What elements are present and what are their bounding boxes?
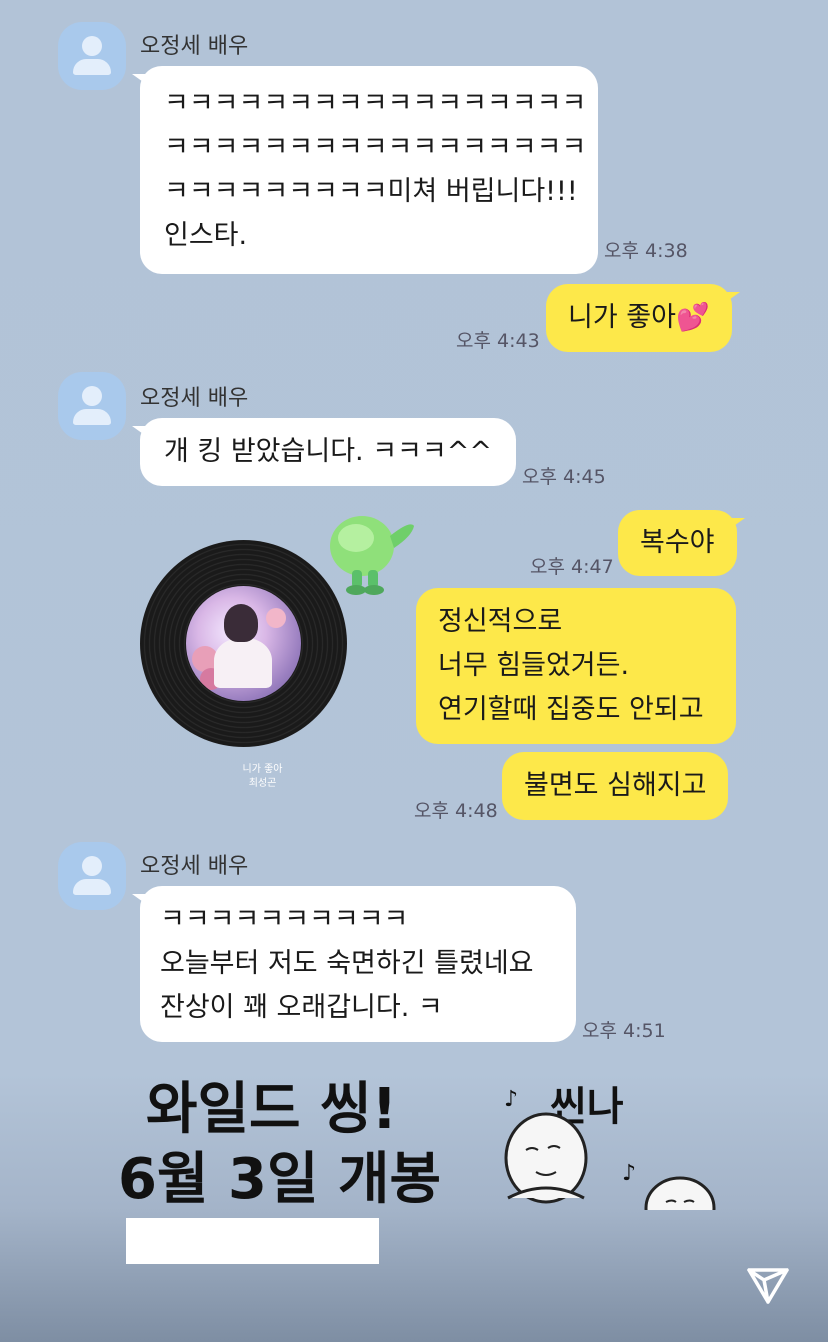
svg-text:♪: ♪ <box>504 1087 518 1112</box>
headline-line-1: 와일드 씽! <box>146 1077 398 1142</box>
message-time: 오후 4:43 <box>456 330 540 352</box>
avatar-body <box>73 59 111 75</box>
message-bubble[interactable]: ㅋㅋㅋㅋㅋㅋㅋㅋㅋㅋㅋㅋㅋㅋㅋㅋㅋ ㅋㅋㅋㅋㅋㅋㅋㅋㅋㅋㅋㅋㅋㅋㅋㅋㅋ ㅋㅋㅋㅋ… <box>132 66 598 274</box>
message-line: 잔상이 꽤 오래갑니다. ㅋ <box>160 992 443 1023</box>
message-line: 정신적으로 <box>438 606 563 637</box>
message-text: 불면도 심해지고 <box>524 770 707 801</box>
message-time: 오후 4:45 <box>522 466 606 488</box>
avatar-head <box>82 386 102 406</box>
sender-name: 오정세 배우 <box>140 854 249 879</box>
chat-screen: 오정세 배우 ㅋㅋㅋㅋㅋㅋㅋㅋㅋㅋㅋㅋㅋㅋㅋㅋㅋ ㅋㅋㅋㅋㅋㅋㅋㅋㅋㅋㅋㅋㅋㅋㅋ… <box>0 0 828 1342</box>
message-text: 개 킹 받았습니다. ㅋㅋㅋ^^ <box>164 436 492 467</box>
message-time: 오후 4:38 <box>604 240 688 262</box>
message-bubble[interactable]: 복수야 <box>618 510 745 576</box>
message-line: ㅋㅋㅋㅋㅋㅋㅋㅋㅋ미쳐 버립니다!!! <box>164 176 578 207</box>
message-bubble[interactable]: 니가 좋아💕 <box>546 284 740 352</box>
message-text: 니가 좋아 <box>568 302 676 333</box>
profile-avatar[interactable] <box>58 842 126 910</box>
music-record[interactable] <box>140 540 347 747</box>
album-figure-hair <box>224 604 258 642</box>
headline-line-2: 6월 3일 개봉 <box>118 1147 442 1212</box>
song-title: 니가 좋아 <box>242 764 283 775</box>
redaction-box <box>126 1218 379 1264</box>
profile-avatar[interactable] <box>58 372 126 440</box>
avatar-body <box>73 879 111 895</box>
message-bubble[interactable]: ㅋㅋㅋㅋㅋㅋㅋㅋㅋㅋ 오늘부터 저도 숙면하긴 틀렸네요 잔상이 꽤 오래갑니다… <box>132 886 576 1042</box>
message-time: 오후 4:48 <box>414 800 498 822</box>
send-arrow-icon[interactable] <box>746 1266 790 1306</box>
green-character-sticker <box>330 516 414 595</box>
message-line: 오늘부터 저도 숙면하긴 틀렸네요 <box>160 948 534 979</box>
album-art <box>186 586 301 701</box>
avatar-body <box>73 409 111 425</box>
album-flower <box>266 608 286 628</box>
music-caption: 니가 좋아 최성곤 <box>200 763 325 791</box>
message-line: ㅋㅋㅋㅋㅋㅋㅋㅋㅋㅋ <box>160 904 409 935</box>
message-time: 오후 4:47 <box>530 556 614 578</box>
message-line: 인스타. <box>164 220 248 251</box>
message-time: 오후 4:51 <box>582 1020 666 1042</box>
sender-name: 오정세 배우 <box>140 34 249 59</box>
message-line: ㅋㅋㅋㅋㅋㅋㅋㅋㅋㅋㅋㅋㅋㅋㅋㅋㅋ <box>164 88 587 119</box>
message-line: 연기할때 집중도 안되고 <box>438 694 704 725</box>
sender-name: 오정세 배우 <box>140 386 249 411</box>
message-bubble[interactable]: 불면도 심해지고 <box>502 752 729 820</box>
profile-avatar[interactable] <box>58 22 126 90</box>
message-text: 복수야 <box>640 527 715 558</box>
svg-text:♪: ♪ <box>622 1161 636 1186</box>
message-bubble[interactable]: 개 킹 받았습니다. ㅋㅋㅋ^^ <box>132 418 516 486</box>
hearts-emoji: 💕 <box>675 302 710 333</box>
message-bubble[interactable]: 정신적으로 너무 힘들었거든. 연기할때 집중도 안되고 <box>416 588 736 744</box>
album-figure-dress <box>214 638 272 688</box>
avatar-head <box>82 36 102 56</box>
message-line: 너무 힘들었거든. <box>438 650 630 681</box>
message-line: ㅋㅋㅋㅋㅋㅋㅋㅋㅋㅋㅋㅋㅋㅋㅋㅋㅋ <box>164 132 587 163</box>
dancing-characters-sticker: ♪ ♪ <box>504 1087 716 1210</box>
avatar-head <box>82 856 102 876</box>
song-artist: 최성곤 <box>248 778 277 789</box>
